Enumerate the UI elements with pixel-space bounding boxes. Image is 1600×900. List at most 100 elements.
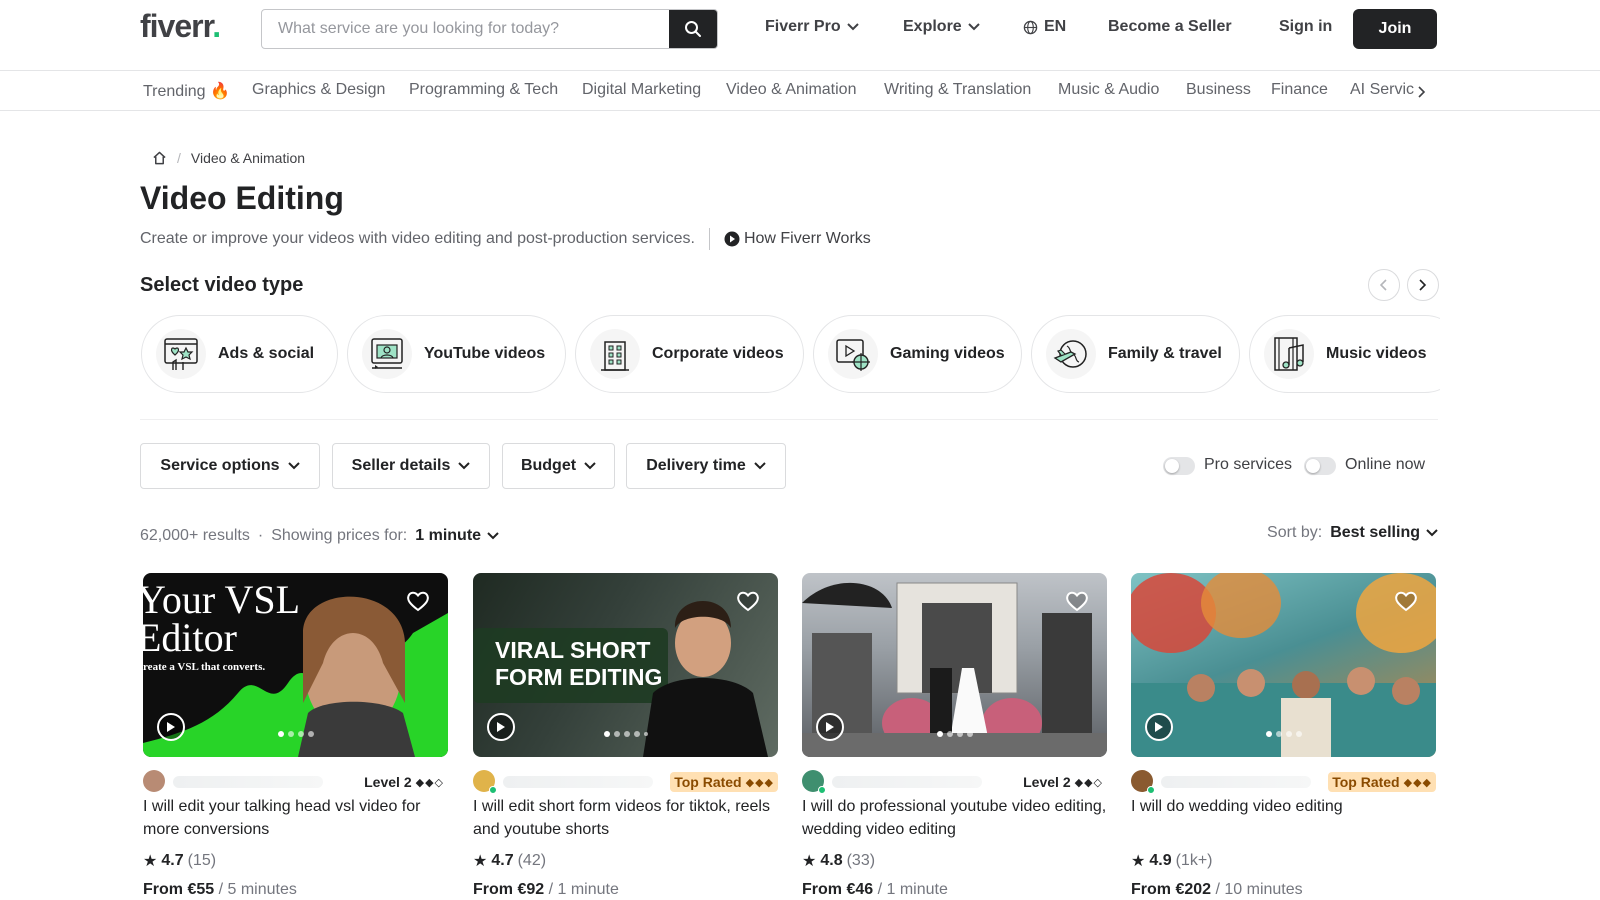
category-graphics-design[interactable]: Graphics & Design: [252, 81, 385, 99]
heart-icon[interactable]: [1065, 590, 1089, 612]
price-unit: / 5 minutes: [214, 881, 297, 898]
sign-in-link[interactable]: Sign in: [1279, 18, 1332, 36]
thumbnail-overlay-title: Your VSL Editor: [143, 580, 300, 658]
seller-name[interactable]: [173, 776, 323, 788]
fiverr-logo[interactable]: fiverr.: [140, 8, 221, 45]
price-unit-value: 1 minute: [415, 527, 482, 544]
video-type-youtube[interactable]: YouTube videos: [347, 315, 566, 393]
gig-title[interactable]: I will edit your talking head vsl video …: [143, 795, 448, 847]
budget-filter[interactable]: Budget: [502, 443, 615, 489]
seller-name[interactable]: [503, 776, 653, 788]
seller-level-label: Top Rated: [1332, 774, 1400, 790]
page-subtitle-row: Create or improve your videos with video…: [140, 228, 871, 250]
seller-name[interactable]: [1161, 776, 1311, 788]
breadcrumb-video-animation[interactable]: Video & Animation: [191, 150, 305, 166]
heart-icon[interactable]: [1394, 590, 1418, 612]
online-indicator: [818, 786, 826, 794]
seller-details-filter[interactable]: Seller details: [332, 443, 490, 489]
music-videos-icon: [1264, 329, 1314, 379]
category-ai-services[interactable]: AI Servic: [1350, 81, 1414, 99]
video-type-gaming[interactable]: Gaming videos: [813, 315, 1022, 393]
sort-by-value: Best selling: [1330, 524, 1420, 541]
gig-card[interactable]: VIRAL SHORT FORM EDITING Top Rated ◆◆◆ I w…: [473, 573, 778, 899]
price-value: From €202: [1131, 881, 1212, 898]
types-prev-button[interactable]: [1368, 269, 1400, 301]
chevron-down-icon: [1426, 529, 1438, 537]
heart-icon[interactable]: [736, 590, 760, 612]
category-nav: Trending 🔥 Graphics & Design Programming…: [0, 71, 1600, 111]
fiverr-pro-menu[interactable]: Fiverr Pro: [765, 18, 859, 36]
pro-services-toggle[interactable]: [1163, 457, 1195, 475]
category-programming-tech[interactable]: Programming & Tech: [409, 81, 558, 99]
gig-card[interactable]: Level 2 ◆◆◇ I will do professional youtub…: [802, 573, 1107, 899]
how-fiverr-works-link[interactable]: How Fiverr Works: [724, 230, 871, 248]
chevron-right-icon: [1419, 279, 1427, 291]
delivery-time-label: Delivery time: [646, 457, 746, 474]
star-icon: ★: [473, 853, 488, 870]
types-next-button[interactable]: [1407, 269, 1439, 301]
category-trending[interactable]: Trending 🔥: [143, 81, 230, 101]
play-video-button[interactable]: [1145, 713, 1173, 741]
how-fiverr-works-label: How Fiverr Works: [743, 230, 871, 247]
play-video-button[interactable]: [816, 713, 844, 741]
category-finance[interactable]: Finance: [1271, 81, 1328, 99]
category-digital-marketing[interactable]: Digital Marketing: [582, 81, 701, 99]
become-seller-link[interactable]: Become a Seller: [1108, 18, 1232, 36]
level-diamonds-icon: ◆◆◆: [745, 776, 774, 789]
home-icon[interactable]: [152, 151, 167, 165]
pro-services-label: Pro services: [1204, 456, 1293, 473]
gig-thumbnail[interactable]: Your VSL Editor reate a VSL that converts…: [143, 573, 448, 757]
music-videos-label: Music videos: [1326, 345, 1427, 362]
category-video-animation[interactable]: Video & Animation: [726, 81, 856, 99]
price-unit: / 1 minute: [544, 881, 619, 898]
category-business[interactable]: Business: [1186, 81, 1251, 99]
star-icon: ★: [1131, 853, 1146, 870]
results-bullet: ·: [257, 527, 264, 544]
seller-level-badge: Top Rated ◆◆◆: [1328, 772, 1436, 792]
gaming-videos-icon: [828, 329, 878, 379]
video-type-ads-social[interactable]: Ads & social: [141, 315, 338, 393]
seller-details-label: Seller details: [351, 457, 451, 474]
seller-level-badge: Top Rated ◆◆◆: [670, 772, 778, 792]
category-music-audio[interactable]: Music & Audio: [1058, 81, 1159, 99]
play-video-button[interactable]: [487, 713, 515, 741]
gig-card[interactable]: Top Rated ◆◆◆ I will do wedding video edi…: [1131, 573, 1436, 899]
gig-thumbnail[interactable]: [1131, 573, 1436, 757]
language-selector[interactable]: EN: [1023, 18, 1066, 36]
play-circle-icon: [724, 231, 740, 247]
avatar[interactable]: [143, 770, 165, 792]
video-type-family-travel[interactable]: Family & travel: [1031, 315, 1240, 393]
play-video-button[interactable]: [157, 713, 185, 741]
level-diamonds-icon: ◆◆◇: [415, 776, 444, 789]
price-unit-selector[interactable]: 1 minute: [415, 527, 499, 545]
chevron-right-icon[interactable]: [1418, 86, 1426, 98]
chevron-left-icon: [1380, 279, 1387, 291]
explore-menu[interactable]: Explore: [903, 18, 980, 36]
heart-icon[interactable]: [406, 590, 430, 612]
gig-thumbnail[interactable]: [802, 573, 1107, 757]
video-type-music[interactable]: Music videos: [1249, 315, 1440, 393]
category-writing-translation[interactable]: Writing & Translation: [884, 81, 1031, 99]
page-title: Video Editing: [140, 180, 344, 216]
sort-by-selector[interactable]: Best selling: [1330, 524, 1438, 542]
search-button[interactable]: [669, 10, 717, 48]
gig-title[interactable]: I will do wedding video editing: [1131, 795, 1436, 847]
service-options-label: Service options: [160, 457, 280, 474]
seller-name[interactable]: [832, 776, 982, 788]
online-now-toggle[interactable]: [1304, 457, 1336, 475]
gig-thumbnail[interactable]: VIRAL SHORT FORM EDITING: [473, 573, 778, 757]
video-type-corporate[interactable]: Corporate videos: [575, 315, 804, 393]
youtube-videos-icon: [362, 329, 412, 379]
gig-title[interactable]: I will edit short form videos for tiktok…: [473, 795, 778, 847]
search-input[interactable]: [262, 10, 669, 48]
gaming-videos-label: Gaming videos: [890, 345, 1005, 362]
play-icon: [826, 722, 834, 732]
breadcrumb: / Video & Animation: [152, 150, 305, 166]
join-button[interactable]: Join: [1353, 9, 1437, 49]
gig-card[interactable]: Your VSL Editor reate a VSL that converts…: [143, 573, 448, 899]
delivery-time-filter[interactable]: Delivery time: [626, 443, 786, 489]
search-bar: [261, 9, 718, 49]
gig-title[interactable]: I will do professional youtube video edi…: [802, 795, 1107, 847]
select-video-type-heading: Select video type: [140, 274, 304, 296]
service-options-filter[interactable]: Service options: [140, 443, 320, 489]
